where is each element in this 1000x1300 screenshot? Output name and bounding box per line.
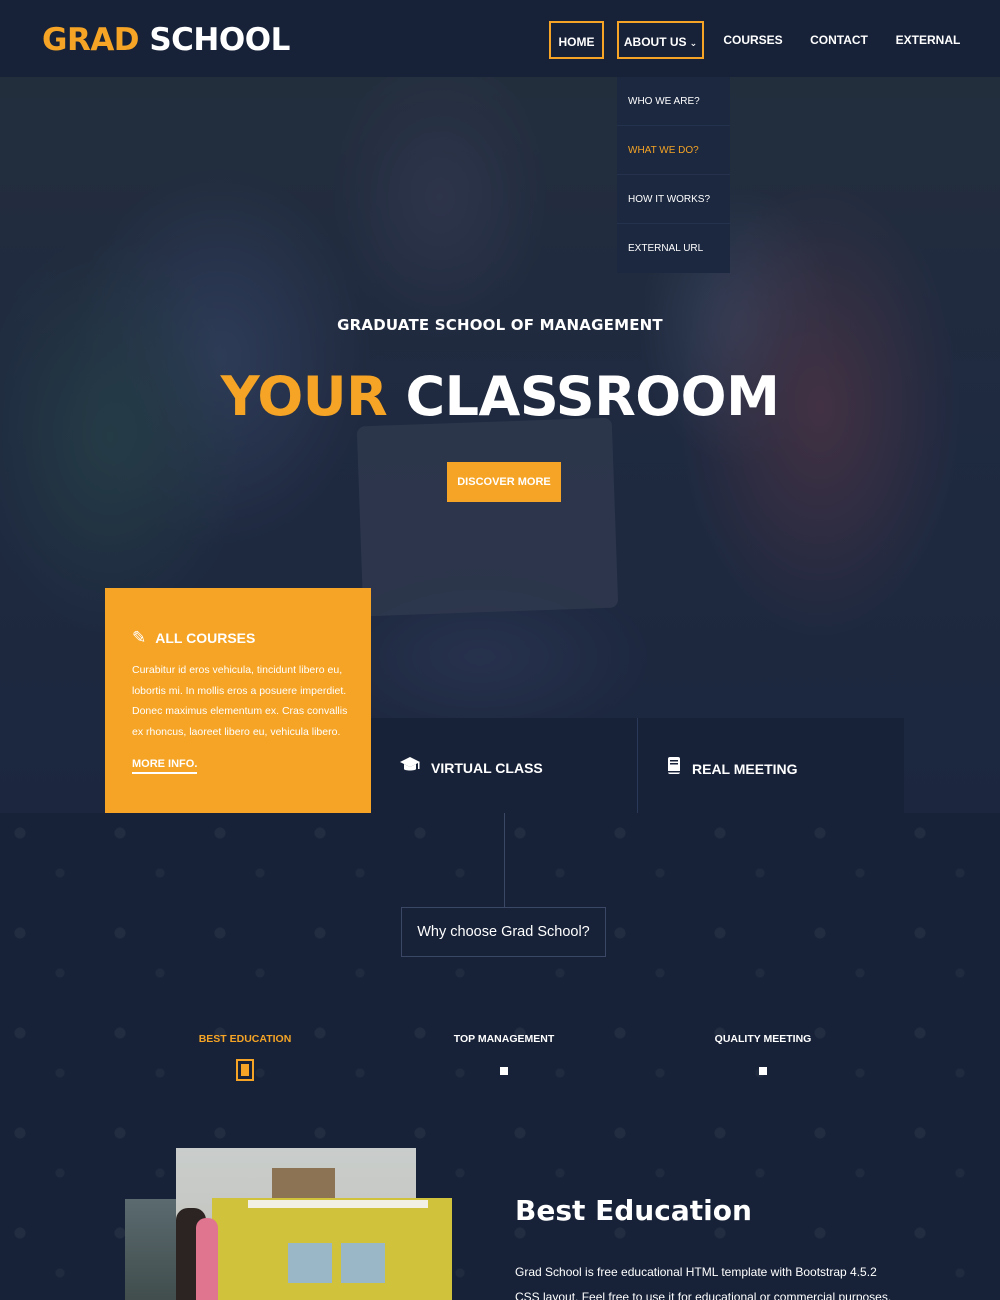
- nav-home[interactable]: HOME: [549, 21, 604, 59]
- hero-title-your: YOUR: [220, 365, 388, 428]
- feature-virtual-class-title: VIRTUAL CLASS: [431, 759, 543, 776]
- feature-real-meeting[interactable]: REAL MEETING: [638, 718, 904, 813]
- content-text: Grad School is free educational HTML tem…: [515, 1265, 892, 1300]
- dropdown-item-what-we-do[interactable]: WHAT WE DO?: [617, 126, 730, 175]
- feature-all-courses-title: ALL COURSES: [155, 630, 256, 646]
- feature-all-courses-text: Curabitur id eros vehicula, tincidunt li…: [132, 664, 348, 738]
- dropdown-item-how-it-works[interactable]: HOW IT WORKS?: [617, 175, 730, 224]
- logo-part-grad: GRAD: [42, 22, 140, 58]
- tab-marker-top-management[interactable]: [500, 1067, 508, 1075]
- why-choose-heading: Why choose Grad School?: [401, 907, 606, 957]
- feature-real-meeting-heading: REAL MEETING: [666, 756, 798, 781]
- photo-stage: [212, 1198, 452, 1300]
- photo-screen-right: [341, 1243, 385, 1283]
- photo-truss: [248, 1200, 428, 1208]
- why-choose-section: Why choose Grad School? BEST EDUCATION T…: [0, 813, 1000, 1300]
- graduation-cap-icon: [399, 756, 421, 779]
- feature-virtual-class[interactable]: VIRTUAL CLASS: [371, 718, 637, 813]
- book-icon: [666, 756, 682, 781]
- feature-all-courses-heading: ✎ ALL COURSES: [132, 628, 255, 648]
- hero-subtitle: GRADUATE SCHOOL OF MANAGEMENT: [337, 316, 663, 334]
- site-header: GRAD SCHOOL HOME ABOUT US ⌄ COURSES CONTA…: [0, 0, 1000, 77]
- feature-real-meeting-title: REAL MEETING: [692, 760, 798, 777]
- feature-virtual-class-heading: VIRTUAL CLASS: [399, 756, 543, 779]
- tab-quality-meeting[interactable]: QUALITY MEETING: [663, 1033, 863, 1045]
- tab-top-management[interactable]: TOP MANAGEMENT: [404, 1033, 604, 1045]
- nav-contact[interactable]: CONTACT: [805, 21, 873, 59]
- nav-courses[interactable]: COURSES: [720, 21, 786, 59]
- photo-board: [272, 1168, 335, 1202]
- section-connector-line: [504, 813, 505, 907]
- more-info-link[interactable]: MORE INFO.: [132, 758, 198, 774]
- feature-all-courses: ✎ ALL COURSES Curabitur id eros vehicula…: [105, 588, 371, 813]
- tab-marker-best-education[interactable]: [236, 1059, 254, 1081]
- nav-external[interactable]: EXTERNAL: [893, 21, 963, 59]
- feature-divider: [637, 718, 638, 813]
- hero-title-classroom: CLASSROOM: [405, 365, 780, 428]
- chevron-down-icon: ⌄: [689, 38, 698, 48]
- site-logo[interactable]: GRAD SCHOOL: [42, 22, 290, 58]
- tab-marker-quality-meeting[interactable]: [759, 1067, 767, 1075]
- dropdown-item-who-we-are[interactable]: WHO WE ARE?: [617, 77, 730, 126]
- about-dropdown-menu: WHO WE ARE? WHAT WE DO? HOW IT WORKS? EX…: [617, 77, 730, 273]
- photo-screen-left: [288, 1243, 332, 1283]
- education-photo: [176, 1148, 452, 1300]
- logo-part-school: SCHOOL: [149, 22, 290, 58]
- dropdown-item-external-url[interactable]: EXTERNAL URL: [617, 224, 730, 273]
- nav-about-label: ABOUT US: [623, 35, 687, 49]
- discover-more-button[interactable]: DISCOVER MORE: [447, 462, 561, 502]
- tab-best-education[interactable]: BEST EDUCATION: [145, 1033, 345, 1045]
- photo-person-pink: [196, 1218, 218, 1300]
- nav-about-us[interactable]: ABOUT US ⌄: [617, 21, 704, 59]
- content-title: Best Education: [515, 1194, 752, 1227]
- hero-title: YOUR CLASSROOM: [0, 365, 1000, 428]
- pencil-icon: ✎: [132, 628, 147, 647]
